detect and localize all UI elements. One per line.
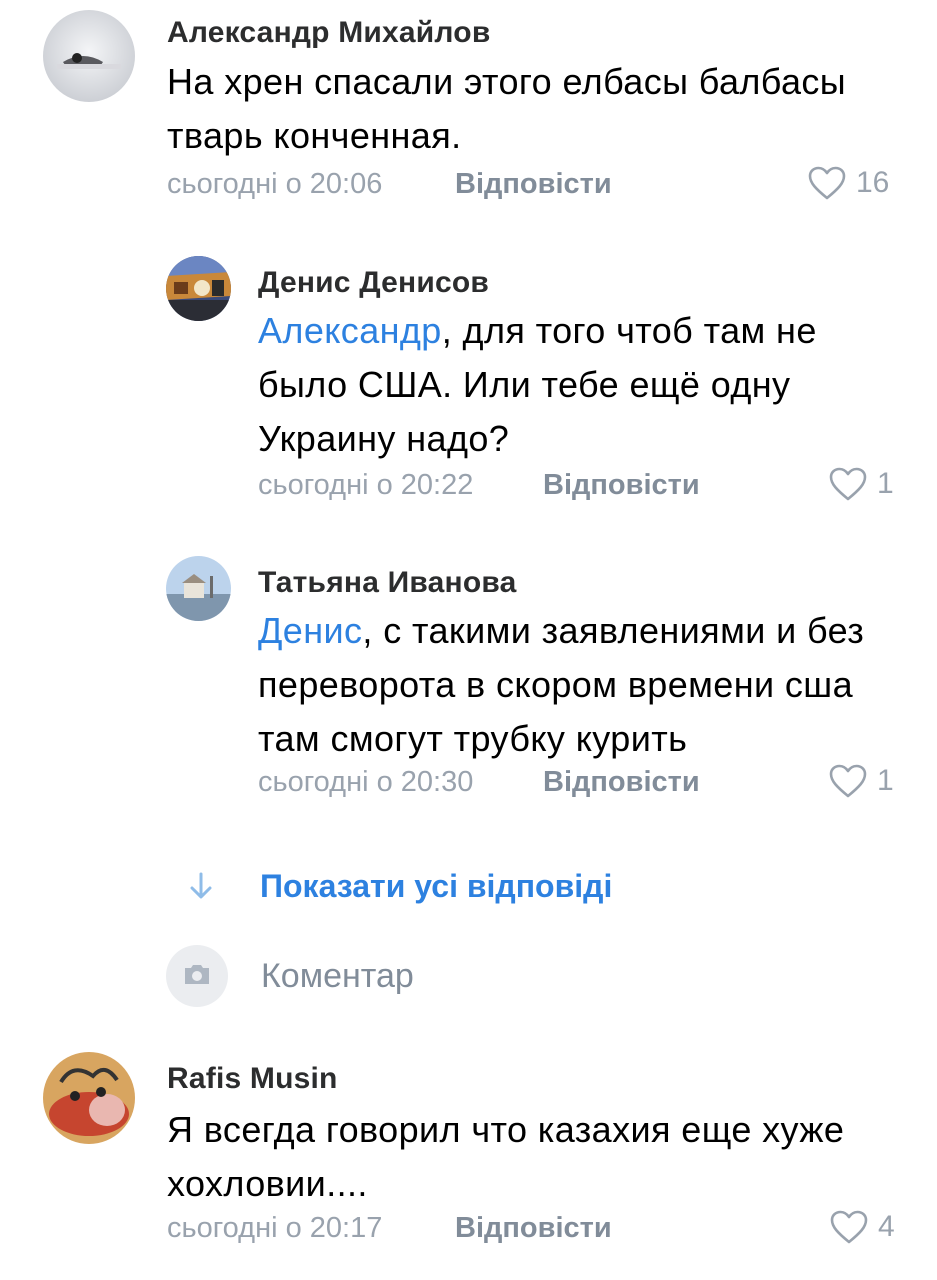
- comment-input-placeholder[interactable]: Коментар: [261, 957, 414, 996]
- avatar[interactable]: [166, 556, 231, 621]
- comment-text: Денис, с такими заявлениями и без перево…: [258, 604, 908, 766]
- comment-author[interactable]: Денис Денисов: [258, 266, 489, 300]
- like-count: 1: [877, 467, 894, 500]
- show-all-replies-label: Показати усі відповіді: [260, 867, 613, 904]
- heart-icon: [829, 467, 867, 501]
- mention-link[interactable]: Денис: [258, 610, 362, 651]
- like-button[interactable]: 1: [829, 764, 894, 798]
- like-count: 1: [877, 764, 894, 797]
- arrow-down-icon: [186, 871, 216, 901]
- like-button[interactable]: 4: [830, 1210, 895, 1244]
- like-count: 16: [856, 166, 890, 199]
- comment-author[interactable]: Татьяна Иванова: [258, 566, 517, 600]
- comment-text: Я всегда говорил что казахия еще хуже хо…: [167, 1103, 907, 1211]
- comment-time: сьогодні о 20:22: [258, 469, 474, 501]
- comment-input[interactable]: Коментар: [166, 945, 906, 1007]
- mention-link[interactable]: Александр: [258, 310, 442, 351]
- comment-text: На хрен спасали этого елбасы балбасы тва…: [167, 55, 907, 163]
- heart-icon: [829, 764, 867, 798]
- comment-author[interactable]: Rafis Musin: [167, 1062, 338, 1096]
- like-button[interactable]: 16: [808, 166, 889, 200]
- show-all-replies-button[interactable]: Показати усі відповіді: [186, 862, 686, 910]
- comment-time: сьогодні о 20:30: [258, 766, 474, 798]
- like-count: 4: [878, 1210, 895, 1243]
- avatar[interactable]: [166, 256, 231, 321]
- comment-text: Александр, для того чтоб там не было США…: [258, 304, 908, 466]
- like-button[interactable]: 1: [829, 467, 894, 501]
- attach-photo-button[interactable]: [166, 945, 228, 1007]
- heart-icon: [830, 1210, 868, 1244]
- avatar[interactable]: [43, 1052, 135, 1144]
- reply-button[interactable]: Відповісти: [455, 1212, 612, 1245]
- heart-icon: [808, 166, 846, 200]
- comment-time: сьогодні о 20:06: [167, 168, 383, 200]
- reply-button[interactable]: Відповісти: [543, 469, 700, 502]
- avatar[interactable]: [43, 10, 135, 102]
- comment-body: На хрен спасали этого елбасы балбасы тва…: [167, 61, 847, 156]
- comment-author[interactable]: Александр Михайлов: [167, 16, 490, 50]
- comment-time: сьогодні о 20:17: [167, 1212, 383, 1244]
- reply-button[interactable]: Відповісти: [543, 766, 700, 799]
- reply-button[interactable]: Відповісти: [455, 168, 612, 201]
- comment-body: Я всегда говорил что казахия еще хуже хо…: [167, 1109, 845, 1204]
- camera-icon: [182, 961, 212, 992]
